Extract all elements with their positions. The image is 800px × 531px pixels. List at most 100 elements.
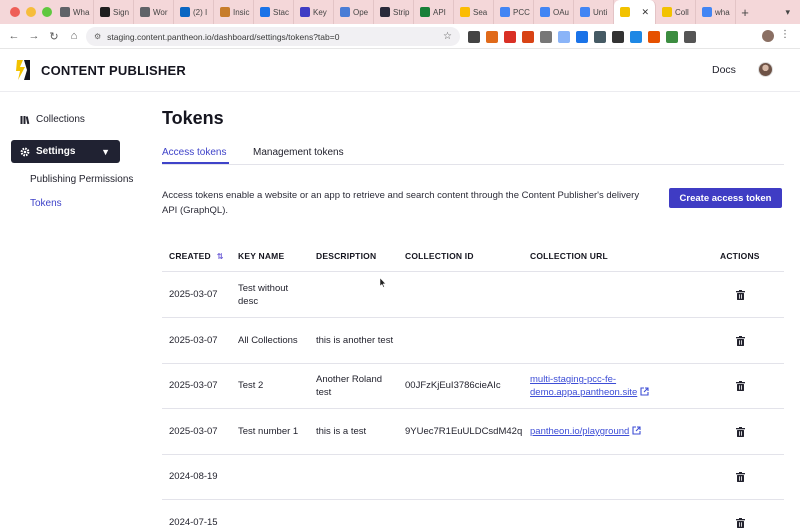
extension-icon[interactable]	[558, 30, 570, 43]
cell-description-text: this is a test	[316, 426, 367, 437]
browser-tab[interactable]: Insic	[214, 0, 254, 24]
cell-collection-url[interactable]: pantheon.io/playground	[530, 425, 680, 438]
create-access-token-button[interactable]: Create access token	[669, 188, 782, 208]
browser-tab[interactable]: Strip	[374, 0, 414, 24]
tab-access-tokens[interactable]: Access tokens	[162, 147, 226, 158]
url-text: staging.content.pantheon.io/dashboard/se…	[107, 31, 340, 42]
docs-link[interactable]: Docs	[712, 64, 736, 76]
browser-tab[interactable]: ✕	[614, 0, 656, 24]
delete-trash-icon[interactable]	[736, 336, 745, 346]
key-icon	[300, 7, 310, 17]
delete-trash-icon[interactable]	[736, 472, 745, 482]
stripe-icon	[380, 7, 390, 17]
pantheon-logo-icon[interactable]	[16, 60, 31, 80]
delete-trash-icon[interactable]	[736, 518, 745, 528]
browser-tab[interactable]: Wor	[134, 0, 174, 24]
browser-tab-label: Wor	[153, 7, 168, 17]
browser-tab[interactable]: (2) I	[174, 0, 214, 24]
forward-icon[interactable]: →	[24, 30, 44, 42]
profile-avatar[interactable]	[762, 30, 774, 42]
browser-tab-label: Key	[313, 7, 327, 17]
url-input[interactable]: ⚙ staging.content.pantheon.io/dashboard/…	[86, 27, 460, 46]
table-row: 2025-03-07 Test 2 Another Roland test 00JFz…	[162, 363, 784, 409]
cell-created-text: 2025-03-07	[169, 335, 218, 346]
external-link-icon[interactable]	[640, 387, 649, 396]
back-icon[interactable]: ←	[4, 30, 24, 42]
extension-icon[interactable]	[648, 30, 660, 43]
extension-icon[interactable]	[540, 30, 552, 43]
browser-tab[interactable]: API	[414, 0, 454, 24]
tab-search-icon[interactable]: ▾	[785, 7, 790, 18]
browser-tab[interactable]: Stac	[254, 0, 294, 24]
globe-icon	[340, 7, 350, 17]
sort-icon[interactable]: ⇅	[217, 252, 224, 261]
sidebar-item-collections[interactable]: Collections	[20, 114, 85, 125]
cell-key-name-text: Test number 1	[238, 426, 299, 437]
table-header: CREATED ⇅ KEY NAME DESCRIPTION COLLECTION…	[162, 240, 784, 272]
home-icon[interactable]: ⌂	[64, 30, 84, 42]
cell-key-name: Test without desc	[238, 282, 306, 308]
column-header-actions: ACTIONS	[720, 251, 760, 261]
extension-icon[interactable]	[486, 30, 498, 43]
globe-icon	[140, 7, 150, 17]
extension-icon[interactable]	[594, 30, 606, 43]
cell-collection-id: 00JFzKjEuI3786cieAIc	[405, 379, 525, 392]
browser-tab[interactable]: Ope	[334, 0, 374, 24]
browser-tab[interactable]: Sign	[94, 0, 134, 24]
extension-icon[interactable]	[630, 30, 642, 43]
sidebar-item-tokens[interactable]: Tokens	[30, 198, 62, 209]
external-link-icon[interactable]	[632, 426, 641, 435]
browser-tab[interactable]: Sea	[454, 0, 494, 24]
browser-tab[interactable]: wha	[696, 0, 736, 24]
cell-key-name: Test 2	[238, 379, 306, 392]
cell-created-text: 2024-07-15	[169, 517, 218, 528]
reload-icon[interactable]: ↻	[44, 30, 64, 43]
browser-tab-label: API	[433, 7, 446, 17]
sidebar-item-settings[interactable]: Settings ▼	[11, 140, 120, 163]
browser-tab-bar: Wha Sign Wor (2) I Insic Stac Key Ope Strip API Se…	[0, 0, 800, 24]
app-brand[interactable]: CONTENT PUBLISHER	[41, 63, 186, 78]
delete-trash-icon[interactable]	[736, 427, 745, 437]
sidebar-item-publishing-permissions[interactable]: Publishing Permissions	[30, 174, 133, 185]
extension-icon[interactable]	[522, 30, 534, 43]
cell-created: 2024-08-19	[169, 470, 218, 483]
delete-trash-icon[interactable]	[736, 290, 745, 300]
site-info-icon[interactable]: ⚙	[94, 32, 101, 41]
cell-description: this is a test	[316, 425, 396, 438]
extension-icon[interactable]	[504, 30, 516, 43]
browser-tab[interactable]: OAu	[534, 0, 574, 24]
new-tab-button[interactable]: +	[736, 5, 754, 20]
browser-tab-label: Wha	[73, 7, 90, 17]
browser-tab[interactable]: Key	[294, 0, 334, 24]
cell-collection-url[interactable]: multi-staging-pcc-fe-demo.appa.pantheon.…	[530, 373, 680, 399]
extension-icon[interactable]	[612, 30, 624, 43]
browser-tab-label: Coll	[675, 7, 689, 17]
close-tab-icon[interactable]: ✕	[641, 7, 649, 18]
column-header-created[interactable]: CREATED ⇅	[169, 251, 224, 261]
browser-menu-icon[interactable]: ⋮	[780, 29, 790, 40]
cell-key-name-text: Test without desc	[238, 283, 289, 307]
minimize-window-button[interactable]	[26, 7, 36, 17]
browser-tab[interactable]: Unti	[574, 0, 614, 24]
browser-tab[interactable]: Wha	[54, 0, 94, 24]
browser-tab[interactable]: PCC	[494, 0, 534, 24]
cell-key-name: All Collections	[238, 334, 306, 347]
cell-collection-id: 9YUec7R1EuULDCsdM42q	[405, 425, 525, 438]
tab-management-tokens[interactable]: Management tokens	[253, 147, 344, 158]
pantheon-icon	[662, 7, 672, 17]
browser-tab[interactable]: Coll	[656, 0, 696, 24]
gear-icon	[20, 147, 30, 156]
browser-tab-label: wha	[715, 7, 730, 17]
table-row: 2025-03-07 Test without desc	[162, 272, 784, 318]
extension-icon[interactable]	[684, 30, 696, 43]
user-avatar[interactable]	[758, 62, 773, 77]
column-label: CREATED	[169, 251, 211, 261]
drive-icon	[460, 7, 470, 17]
extension-icon[interactable]	[576, 30, 588, 43]
close-window-button[interactable]	[10, 7, 20, 17]
delete-trash-icon[interactable]	[736, 381, 745, 391]
bookmark-star-icon[interactable]: ☆	[443, 31, 452, 42]
extension-icon[interactable]	[666, 30, 678, 43]
extension-icon[interactable]	[468, 30, 480, 43]
maximize-window-button[interactable]	[42, 7, 52, 17]
